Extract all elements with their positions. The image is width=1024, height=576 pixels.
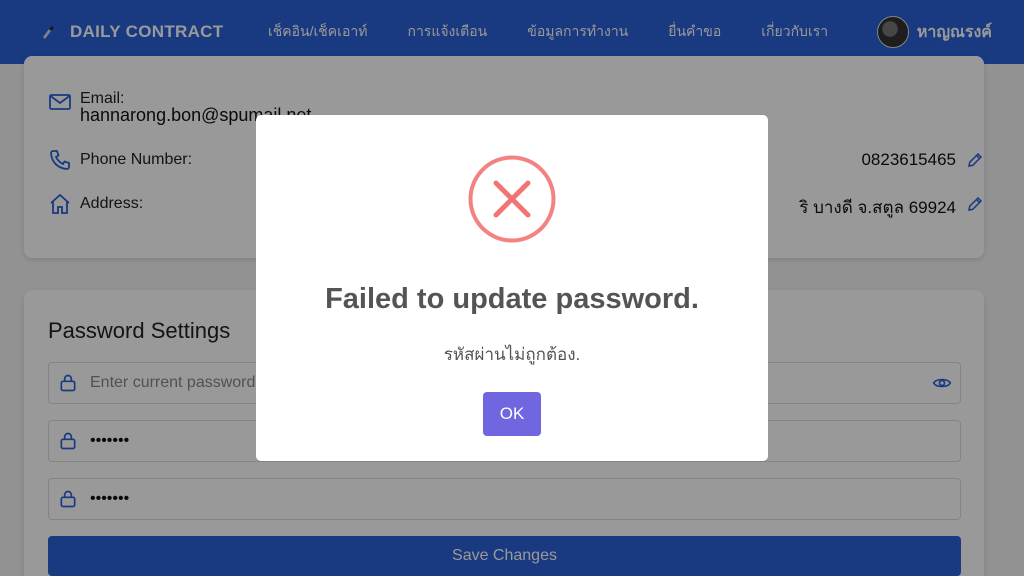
error-dialog: Failed to update password. รหัสผ่านไม่ถู… — [256, 115, 768, 461]
error-x-icon — [468, 155, 556, 243]
dialog-title: Failed to update password. — [325, 283, 699, 315]
dialog-message: รหัสผ่านไม่ถูกต้อง. — [443, 345, 581, 364]
ok-button[interactable]: OK — [483, 392, 541, 436]
